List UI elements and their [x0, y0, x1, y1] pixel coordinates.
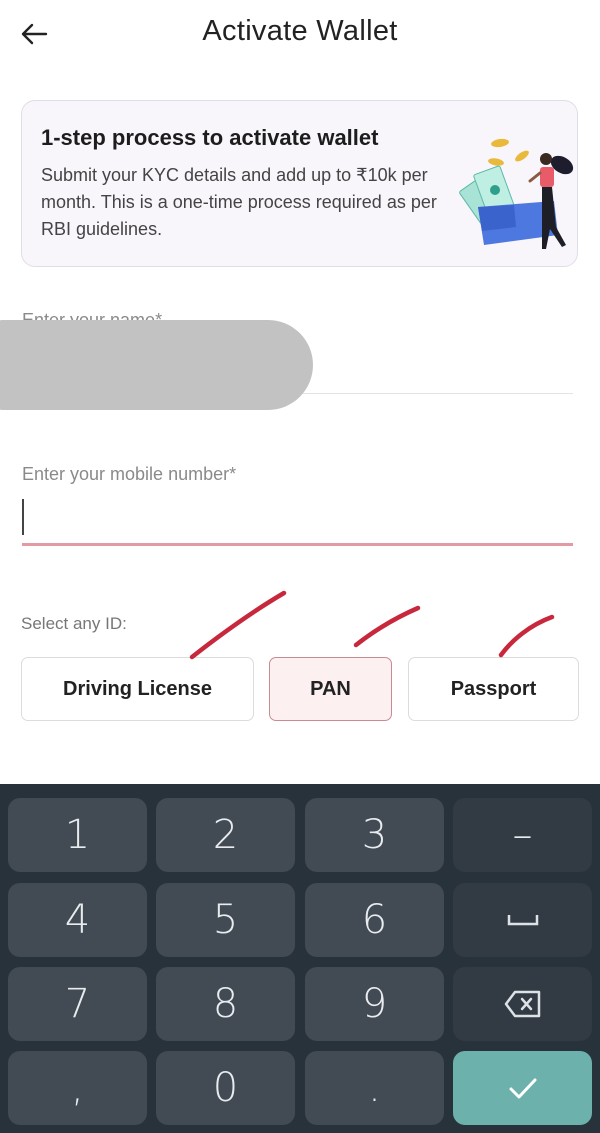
- id-option-passport[interactable]: Passport: [408, 657, 579, 721]
- key-2[interactable]: 2: [156, 798, 295, 872]
- info-card-title: 1-step process to activate wallet: [41, 125, 379, 150]
- numeric-keyboard: 1 2 3 – 4 5 6 7 8 9 , 0 .: [0, 784, 600, 1133]
- text-cursor: [22, 499, 24, 535]
- id-option-driving-license[interactable]: Driving License: [21, 657, 254, 721]
- mobile-field[interactable]: Enter your mobile number*: [22, 462, 573, 548]
- key-confirm[interactable]: [453, 1051, 592, 1125]
- key-dash[interactable]: –: [453, 798, 592, 872]
- key-period[interactable]: .: [305, 1051, 444, 1125]
- space-icon: [507, 915, 538, 926]
- id-option-pan[interactable]: PAN: [269, 657, 392, 721]
- key-9[interactable]: 9: [305, 967, 444, 1041]
- key-backspace[interactable]: [453, 967, 592, 1041]
- backspace-icon: [504, 990, 540, 1018]
- app-header: Activate Wallet: [0, 0, 600, 70]
- key-4[interactable]: 4: [8, 883, 147, 957]
- mobile-field-label: Enter your mobile number*: [22, 464, 237, 484]
- key-8[interactable]: 8: [156, 967, 295, 1041]
- key-comma[interactable]: ,: [8, 1051, 147, 1125]
- info-card: 1-step process to activate wallet Submit…: [21, 100, 578, 267]
- wallet-woman-illustration: [459, 138, 574, 249]
- key-7[interactable]: 7: [8, 967, 147, 1041]
- checkmark-icon: [509, 1078, 536, 1099]
- key-3[interactable]: 3: [305, 798, 444, 872]
- key-6[interactable]: 6: [305, 883, 444, 957]
- key-0[interactable]: 0: [156, 1051, 295, 1125]
- id-section-label: Select any ID:: [21, 614, 127, 633]
- redaction-overlay: [0, 320, 313, 410]
- mobile-number-input[interactable]: [22, 498, 573, 540]
- key-1[interactable]: 1: [8, 798, 147, 872]
- mobile-field-underline: [22, 543, 573, 546]
- info-card-description: Submit your KYC details and add up to ₹1…: [41, 165, 437, 239]
- key-space[interactable]: [453, 883, 592, 957]
- page-title: Activate Wallet: [202, 15, 398, 47]
- key-5[interactable]: 5: [156, 883, 295, 957]
